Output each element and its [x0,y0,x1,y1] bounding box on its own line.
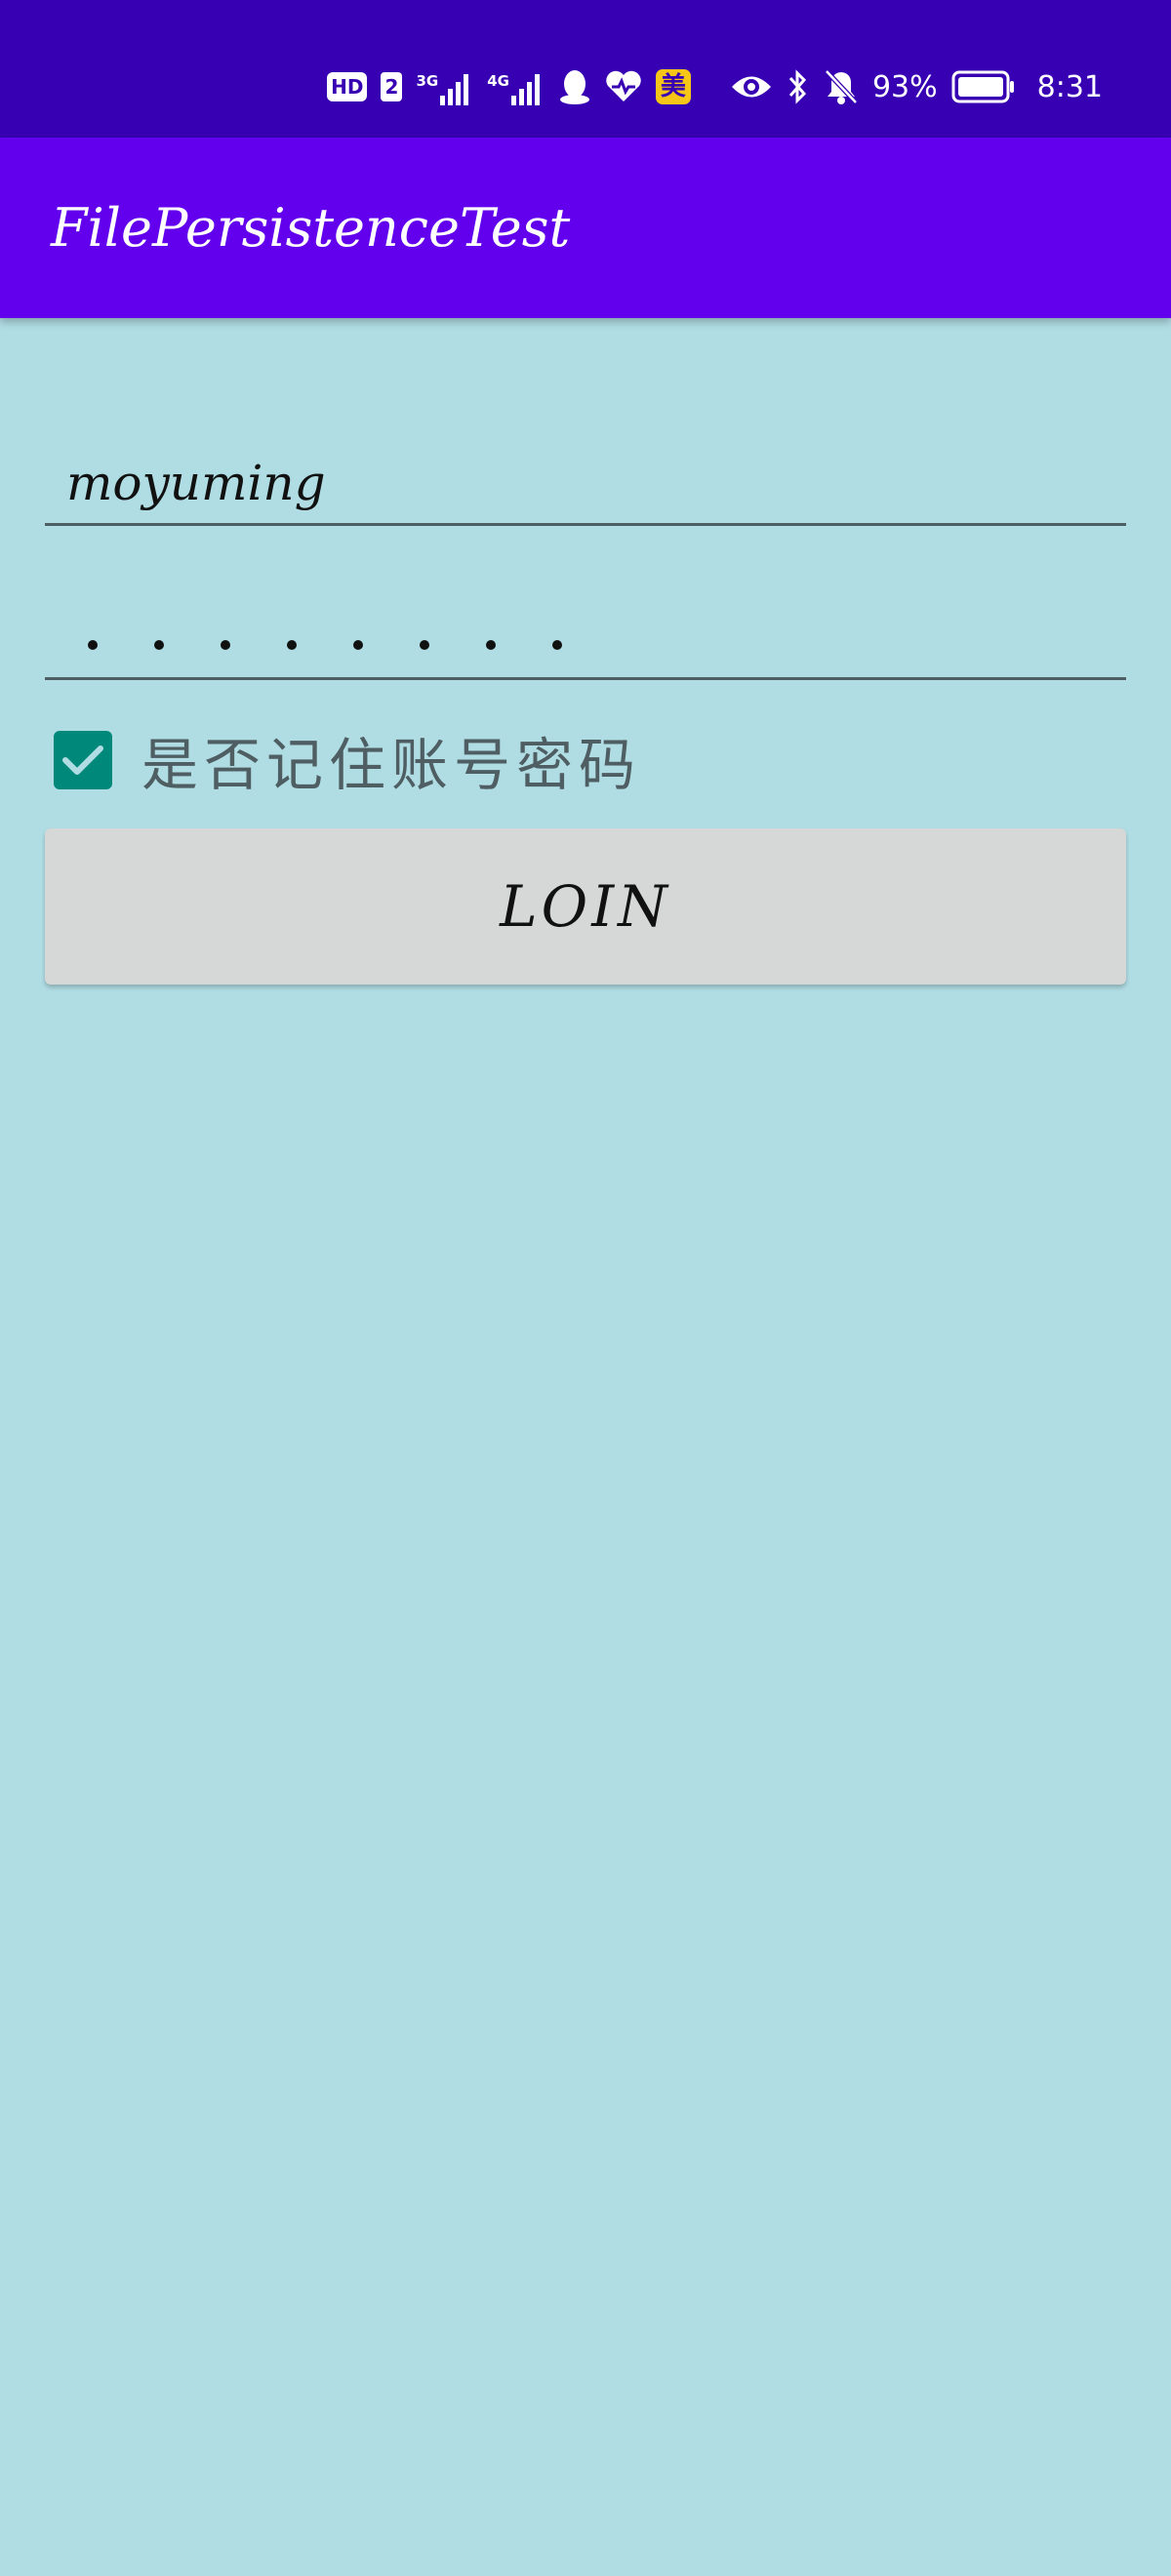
login-button[interactable]: LOIN [45,828,1126,985]
bluetooth-icon [787,68,810,105]
password-field[interactable] [45,585,1126,680]
username-input[interactable] [66,455,1126,511]
health-heart-icon [605,70,642,103]
signal-icon: 3G [416,68,473,105]
eye-icon [730,72,773,101]
battery-icon [951,70,1016,103]
remember-checkbox[interactable] [54,731,112,789]
checkmark-icon [62,745,103,775]
password-dot [88,640,98,650]
password-dot [221,640,230,650]
login-button-label: LOIN [500,873,671,940]
sim-slot-badge: 2 [381,72,403,101]
signal-icon: 4G [487,68,545,105]
password-dot [552,640,562,650]
app-title: FilePersistenceTest [51,197,571,259]
status-bar: HD 2 3G 4G 美 93% 8:31 [0,0,1171,138]
username-field[interactable] [45,429,1126,526]
status-icons: HD 2 3G 4G 美 93% 8:31 [327,62,1103,111]
remember-label: 是否记住账号密码 [141,732,642,798]
remember-credentials-row[interactable]: 是否记住账号密码 [54,726,641,798]
clock: 8:31 [1036,69,1103,104]
app-bar: FilePersistenceTest [0,138,1171,318]
battery-percentage: 93% [871,69,938,104]
network-type-label: 4G [487,72,509,90]
password-dot [154,640,164,650]
password-dot [353,640,363,650]
password-dot [287,640,297,650]
network-type-label: 3G [416,72,439,90]
qq-icon [558,67,591,106]
password-input[interactable] [88,640,619,650]
password-dot [486,640,496,650]
hd-icon: HD [327,72,368,101]
bell-muted-icon [824,68,859,105]
password-dot [420,640,429,650]
meituan-icon: 美 [655,69,691,104]
